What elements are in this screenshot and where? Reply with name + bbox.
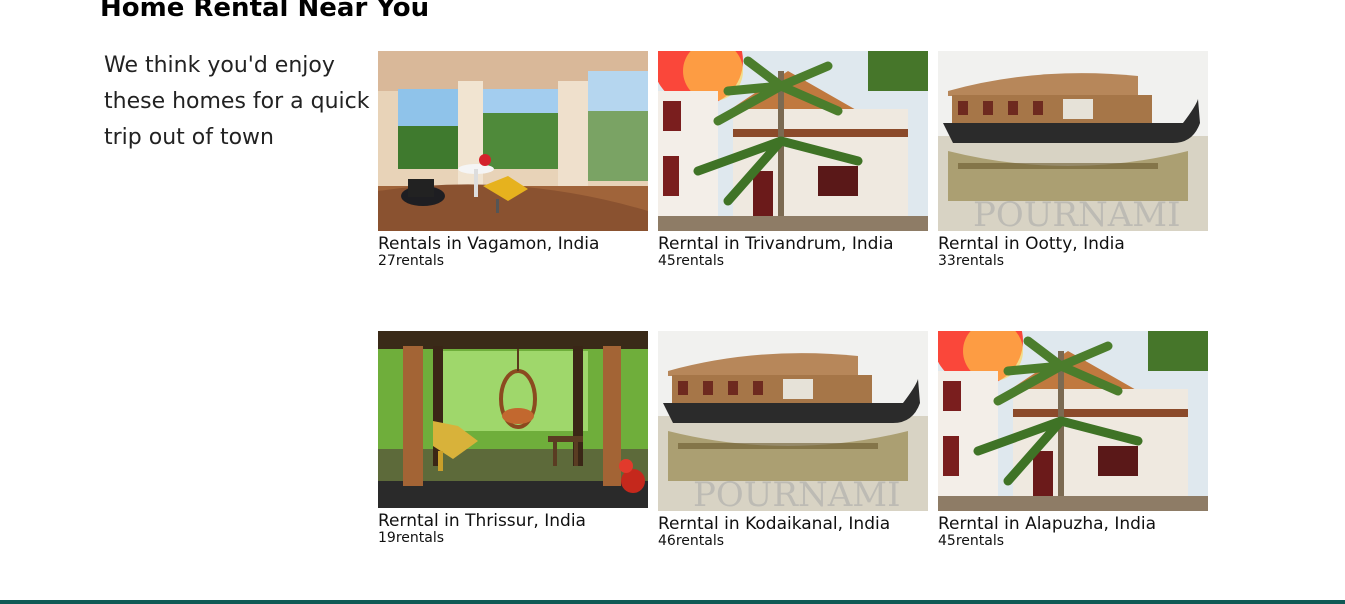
rental-card-alapuzha[interactable]: Rerntal in Alapuzha, India 45rentals	[938, 331, 1208, 549]
houseboat-photo: POURNAMI	[938, 51, 1208, 231]
rental-count: 19rentals	[378, 530, 445, 546]
home-rental-page: Home Rental Near You We think you'd enjo…	[0, 0, 1345, 604]
rental-count: 46rentals	[658, 533, 725, 549]
watermark-text: POURNAMI	[973, 195, 1181, 231]
rental-count: 33rentals	[938, 253, 1005, 269]
rental-image-kodaikanal[interactable]: POURNAMI	[658, 331, 928, 511]
rental-title[interactable]: Rerntal in Trivandrum, India	[658, 234, 928, 254]
rental-count: 27rentals	[378, 253, 445, 269]
rental-card-thrissur[interactable]: Rerntal in Thrissur, India 19rentals	[378, 331, 648, 546]
palm-villa-photo	[658, 51, 928, 231]
rental-image-vagamon[interactable]	[378, 51, 648, 231]
garden-pavilion-photo	[378, 331, 648, 508]
rental-count: 45rentals	[658, 253, 725, 269]
houseboat-photo: POURNAMI	[658, 331, 928, 511]
rental-card-trivandrum[interactable]: Rerntal in Trivandrum, India 45rentals	[658, 51, 928, 269]
rental-count: 45rentals	[938, 533, 1005, 549]
watermark-text: POURNAMI	[693, 475, 901, 511]
balcony-room-photo	[378, 51, 648, 231]
section-tagline: We think you'd enjoy these homes for a q…	[104, 53, 370, 150]
footer-bar	[0, 600, 1345, 604]
rental-title[interactable]: Rerntal in Alapuzha, India	[938, 514, 1208, 534]
rental-image-thrissur[interactable]	[378, 331, 648, 508]
rental-card-vagamon[interactable]: Rentals in Vagamon, India 27rentals	[378, 51, 648, 269]
rental-image-trivandrum[interactable]	[658, 51, 928, 231]
rental-title[interactable]: Rerntal in Kodaikanal, India	[658, 514, 928, 534]
rental-image-alapuzha[interactable]	[938, 331, 1208, 511]
palm-villa-photo	[938, 331, 1208, 511]
rental-title[interactable]: Rerntal in Thrissur, India	[378, 511, 648, 531]
rental-card-kodaikanal[interactable]: POURNAMI Rerntal in Kodaikanal, India 46…	[658, 331, 928, 549]
section-title: Home Rental Near You	[100, 0, 430, 23]
rental-title[interactable]: Rerntal in Ootty, India	[938, 234, 1208, 254]
rental-title[interactable]: Rentals in Vagamon, India	[378, 234, 648, 254]
rental-card-ootty[interactable]: POURNAMI Rerntal in Ootty, India 33renta…	[938, 51, 1208, 269]
rental-image-ootty[interactable]: POURNAMI	[938, 51, 1208, 231]
